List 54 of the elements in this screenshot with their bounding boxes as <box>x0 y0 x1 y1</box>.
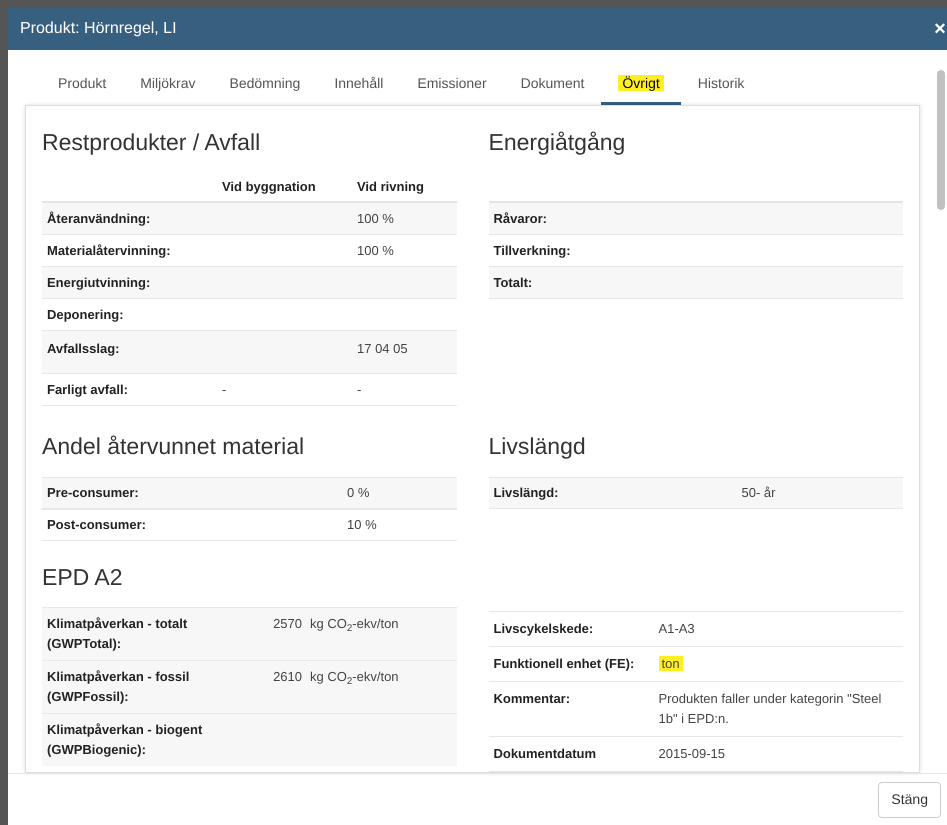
unit-label: kg CO$_{2}$-ekv/ton <box>310 669 399 684</box>
cell-value: A1-A3 <box>658 620 695 636</box>
cell-value: - <box>357 382 362 396</box>
row-label: Funktionell enhet (FE): <box>494 656 634 670</box>
tab[interactable]: Miljökrav <box>123 65 212 105</box>
tab[interactable]: Produkt <box>41 65 124 105</box>
row-label: Klimatpåverkan - biogent (GWPBiogenic): <box>47 722 202 758</box>
row-label: Post-consumer: <box>47 516 146 532</box>
cell-value: 50- år <box>742 484 776 500</box>
cell-value: 17 04 05 <box>357 340 408 356</box>
cell-value: 0 % <box>347 484 370 500</box>
column-header: Vid rivning <box>357 178 424 196</box>
tab[interactable]: Emissioner <box>400 65 504 105</box>
tab[interactable]: Dokument <box>504 65 602 105</box>
row-label: Livscykelskede: <box>494 620 594 636</box>
tab[interactable]: Historik <box>680 65 762 105</box>
row-label: Råvaror: <box>494 210 547 226</box>
cell-value: 2015-09-15 <box>658 746 725 760</box>
row-label: Deponering: <box>47 306 124 322</box>
cell-value: ton <box>658 656 683 670</box>
section-heading: Energiåtgång <box>488 128 626 157</box>
section-heading: Restprodukter / Avfall <box>42 128 262 157</box>
row-label: Totalt: <box>494 274 532 290</box>
row-label: Farligt avfall: <box>47 382 128 396</box>
row-label: Återanvändning: <box>47 210 150 226</box>
row-label: Kommentar: <box>494 690 570 706</box>
tab[interactable]: Innehåll <box>317 65 400 105</box>
cell-value: 2610 <box>273 669 302 684</box>
cell-value: - <box>222 382 226 396</box>
close-button[interactable]: × <box>933 19 947 39</box>
tab[interactable]: Övrigt <box>601 65 681 105</box>
section-heading: Andel återvunnet material <box>42 432 306 460</box>
section-heading: Livslängd <box>488 432 587 460</box>
row-label: Dokumentdatum <box>494 746 596 760</box>
cell-value: 100 % <box>357 210 394 226</box>
scrollbar-thumb[interactable] <box>937 70 945 210</box>
tab[interactable]: Bedömning <box>212 65 318 105</box>
row-label: Tillverkning: <box>494 242 571 258</box>
row-label: Pre-consumer: <box>47 484 139 500</box>
cell-value: 2570 <box>273 616 302 632</box>
cell-value: Produkten faller under kategorin "Steel 1b" i EPD:n. <box>658 690 882 726</box>
cell-value: 10 % <box>347 516 377 532</box>
window-title: Produkt: Hörnregel, LI <box>20 19 177 39</box>
row-label: Klimatpåverkan - fossil (GWPFossil): <box>47 669 190 704</box>
row-label: Klimatpåverkan - totalt (GWPTotal): <box>47 616 188 652</box>
row-label: Materialåtervinning: <box>47 242 171 258</box>
unit-label: kg CO$_{2}$-ekv/ton <box>310 616 399 632</box>
row-label: Avfallsslag: <box>47 340 120 356</box>
row-label: Livslängd: <box>494 484 559 500</box>
row-label: Energiutvinning: <box>47 274 150 290</box>
close-dialog-button[interactable]: Stäng <box>878 782 941 818</box>
section-heading: EPD A2 <box>42 562 124 592</box>
column-header: Vid byggnation <box>222 178 317 196</box>
cell-value: 100 % <box>357 242 394 258</box>
